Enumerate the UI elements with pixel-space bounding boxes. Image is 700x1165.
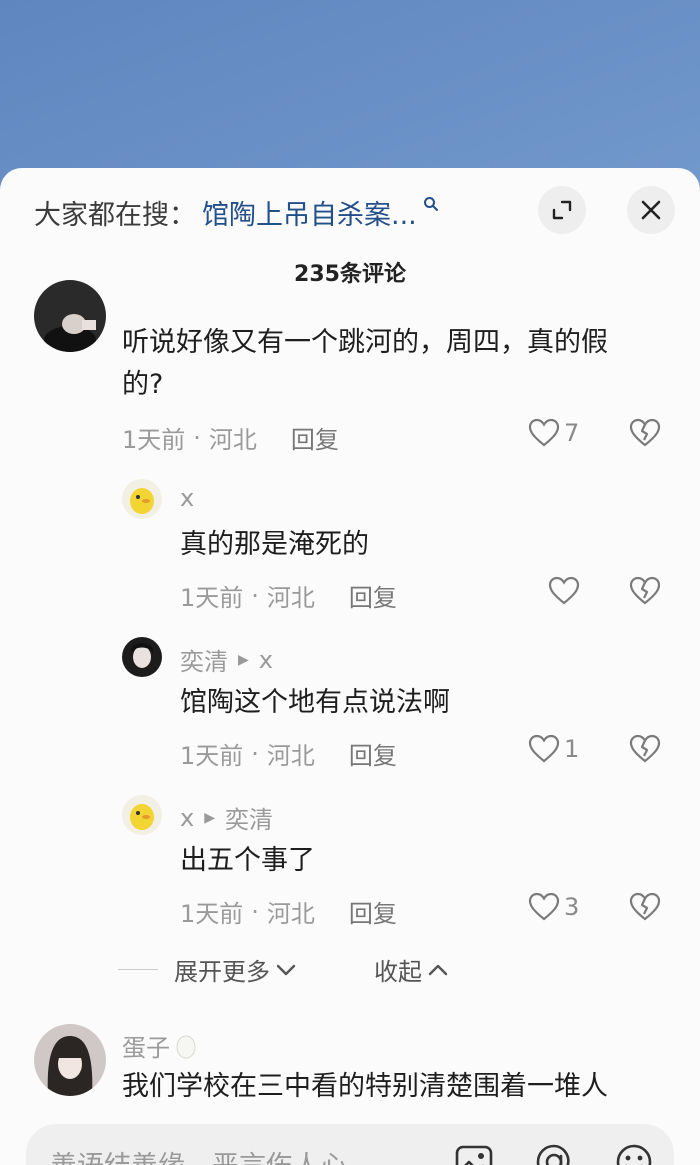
image-icon[interactable] (454, 1142, 494, 1165)
like-count: 3 (564, 893, 580, 921)
expand-more-button[interactable]: 展开更多 (118, 952, 296, 987)
like-count: 1 (564, 735, 580, 763)
avatar[interactable] (122, 795, 162, 835)
username[interactable]: x (180, 804, 194, 832)
comment-username[interactable]: 蛋子 (122, 1028, 196, 1063)
avatar[interactable] (122, 637, 162, 677)
reply-username[interactable]: 奕清 ▶ x (180, 642, 273, 677)
broken-heart-icon (629, 892, 661, 921)
meta-separator: · (193, 423, 201, 452)
avatar[interactable] (34, 1024, 106, 1096)
chevron-down-icon (276, 964, 296, 975)
video-backdrop (0, 0, 700, 180)
reply-username[interactable]: x ▶ 奕清 (180, 800, 273, 835)
avatar[interactable] (122, 479, 162, 519)
reply-username[interactable]: x (180, 484, 194, 512)
hot-search-banner[interactable]: 大家都在搜： 馆陶上吊自杀案... (34, 193, 439, 232)
reply-time: 1天前 (180, 742, 244, 770)
close-button[interactable] (627, 186, 675, 234)
mention-icon[interactable] (534, 1142, 574, 1165)
avatar-image (122, 637, 162, 677)
like-count: 7 (564, 419, 580, 447)
reply-button[interactable]: 回复 (291, 420, 339, 455)
broken-heart-icon (629, 576, 661, 605)
reply-button[interactable]: 回复 (349, 578, 397, 613)
broken-heart-icon (629, 734, 661, 763)
meta-separator: · (251, 581, 259, 610)
hot-search-prefix: 大家都在搜： (34, 199, 196, 231)
meta-separator: · (251, 739, 259, 768)
reply-button[interactable]: 回复 (349, 736, 397, 771)
like-button[interactable]: 1 (528, 734, 579, 764)
expand-icon (552, 200, 572, 220)
reply-meta: 1天前 · 河北 回复 (180, 578, 397, 613)
reply-location: 河北 (266, 584, 315, 612)
search-icon (423, 197, 438, 211)
avatar-image (122, 795, 162, 835)
reply-location: 河北 (266, 742, 315, 770)
expand-more-label: 展开更多 (174, 958, 270, 986)
like-button[interactable]: 7 (528, 418, 579, 448)
reply-meta: 1天前 · 河北 回复 (180, 894, 397, 929)
reply-time: 1天前 (180, 584, 244, 612)
meta-separator: · (251, 897, 259, 926)
comment-count: 235条评论 (294, 262, 406, 287)
dislike-button[interactable] (629, 576, 661, 610)
avatar-image (122, 479, 162, 519)
comment-text-line: 听说好像又有一个跳河的，周四，真的假 (122, 327, 608, 358)
like-button[interactable] (548, 576, 584, 606)
comment-text: 听说好像又有一个跳河的，周四，真的假 的? (122, 322, 682, 406)
reply-text: 馆陶这个地有点说法啊 (180, 687, 450, 718)
comment-input-bar[interactable]: 善语结善缘，恶言伤人心 (26, 1124, 674, 1165)
like-button[interactable]: 3 (528, 892, 579, 922)
reply-meta: 1天前 · 河北 回复 (180, 736, 397, 771)
reply-to-username[interactable]: x (259, 646, 273, 674)
heart-icon (528, 418, 560, 447)
username[interactable]: x (180, 484, 194, 512)
reply-to-username[interactable]: 奕清 (225, 800, 273, 835)
comment-meta: 1天前 · 河北 回复 (122, 420, 339, 455)
reply-button[interactable]: 回复 (349, 894, 397, 929)
dislike-button[interactable] (629, 418, 661, 452)
comment-location: 河北 (208, 426, 257, 454)
reply-text: 出五个事了 (180, 845, 315, 876)
reply-time: 1天前 (180, 900, 244, 928)
username[interactable]: 奕清 (180, 642, 228, 677)
comment-input-placeholder[interactable]: 善语结善缘，恶言伤人心 (50, 1144, 347, 1165)
avatar-image (34, 1024, 106, 1096)
fullscreen-button[interactable] (538, 186, 586, 234)
emoji-icon[interactable] (614, 1142, 654, 1165)
avatar[interactable] (34, 280, 106, 352)
dislike-button[interactable] (629, 892, 661, 926)
comment-text: 我们学校在三中看的特别清楚围着一堆人 (122, 1071, 608, 1102)
avatar-image (34, 280, 106, 352)
comment-text-line: 的? (122, 369, 164, 400)
heart-icon (548, 576, 580, 605)
collapse-label: 收起 (374, 958, 422, 986)
chevron-up-icon (428, 964, 448, 975)
heart-icon (528, 734, 560, 763)
heart-icon (528, 892, 560, 921)
close-icon (641, 200, 661, 220)
reply-location: 河北 (266, 900, 315, 928)
hot-search-query[interactable]: 馆陶上吊自杀案... (202, 193, 417, 232)
reply-text: 真的那是淹死的 (180, 529, 369, 560)
reply-arrow-icon: ▶ (238, 651, 249, 668)
collapse-button[interactable]: 收起 (374, 952, 448, 987)
comment-sheet: 大家都在搜： 馆陶上吊自杀案... 235条评论 听说好像又有一个跳河的，周四，… (0, 168, 700, 1165)
reply-arrow-icon: ▶ (204, 809, 215, 826)
dislike-button[interactable] (629, 734, 661, 768)
egg-icon (176, 1035, 196, 1058)
divider (118, 969, 158, 970)
username[interactable]: 蛋子 (122, 1028, 170, 1063)
broken-heart-icon (629, 418, 661, 447)
comment-time: 1天前 (122, 426, 186, 454)
